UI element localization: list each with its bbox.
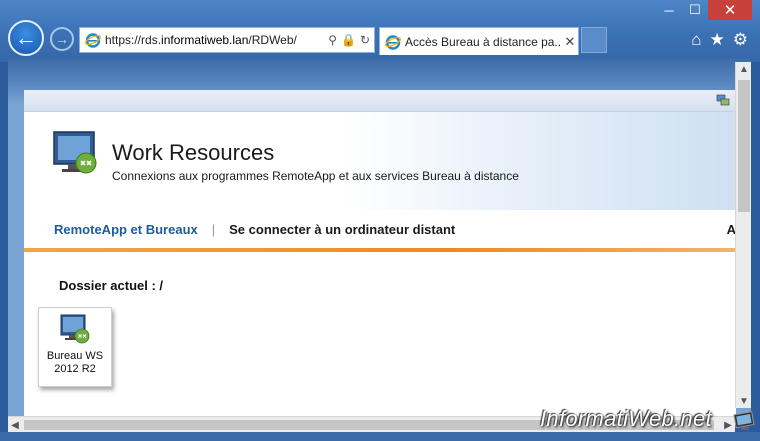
orange-divider (24, 248, 736, 252)
scroll-down-arrow-icon[interactable]: ▼ (736, 394, 752, 408)
home-icon[interactable]: ⌂ (691, 30, 701, 50)
vertical-scroll-thumb[interactable] (738, 80, 750, 212)
scroll-left-arrow-icon[interactable]: ◀ (8, 417, 22, 433)
new-tab-button[interactable] (581, 27, 607, 53)
page-subtitle: Connexions aux programmes RemoteApp et a… (112, 169, 519, 183)
tab-close-icon[interactable]: ✕ (562, 34, 578, 50)
watermark-text: InformatiWeb.net (540, 406, 712, 431)
ie-logo-icon (85, 33, 101, 48)
page-viewport: Work Resources Connexions aux programmes… (8, 58, 751, 416)
settings-gear-icon[interactable]: ⚙ (733, 30, 748, 50)
favorites-star-icon[interactable]: ★ (710, 30, 725, 50)
tab-connect-remote[interactable]: Se connecter à un ordinateur distant (229, 222, 455, 237)
window-bottom-frame (0, 432, 760, 441)
back-button[interactable]: ← (8, 20, 44, 56)
remote-desktop-monitor-icon (53, 131, 97, 174)
window-controls: ─ ☐ ✕ (656, 0, 752, 20)
rdweb-page: Work Resources Connexions aux programmes… (24, 90, 736, 416)
tab-remoteapp[interactable]: RemoteApp et Bureaux (54, 222, 198, 237)
page-title: Work Resources (112, 140, 275, 165)
page-header: Work Resources Connexions aux programmes… (24, 112, 736, 210)
current-folder-label: Dossier actuel : / (59, 278, 164, 293)
minimize-button[interactable]: ─ (656, 0, 682, 20)
watermark-monitor-icon (733, 411, 755, 430)
close-window-button[interactable]: ✕ (708, 0, 752, 20)
browser-chrome: ─ ☐ ✕ ← → https://rds.informatiweb.lan/R… (0, 0, 760, 62)
address-bar[interactable]: https://rds.informatiweb.lan/RDWeb/ ⚲ 🔒 … (79, 27, 375, 53)
ie-logo-icon (385, 34, 401, 50)
arrow-right-icon: → (55, 31, 69, 47)
forward-button[interactable]: → (50, 27, 74, 51)
remote-desktop-tile-icon (60, 314, 90, 344)
tab-title: Accès Bureau à distance pa... (405, 34, 562, 49)
address-url[interactable]: https://rds.informatiweb.lan/RDWeb/ (105, 33, 328, 47)
tile-label: Bureau WS 2012 R2 (46, 350, 104, 375)
arrow-left-icon: ← (15, 25, 37, 50)
refresh-icon[interactable]: ↻ (360, 33, 370, 47)
network-icon (716, 94, 730, 106)
remote-desktop-tile[interactable]: Bureau WS 2012 R2 (38, 307, 112, 387)
tab-active[interactable]: Accès Bureau à distance pa... ✕ (379, 27, 579, 55)
browser-tools: ⌂ ★ ⚙ (691, 30, 748, 50)
lock-icon[interactable]: 🔒 (341, 33, 356, 47)
search-icon[interactable]: ⚲ (328, 33, 337, 47)
page-tabs: RemoteApp et Bureaux | Se connecter à un… (24, 210, 736, 248)
top-strip (24, 90, 736, 112)
tab-separator: | (211, 221, 216, 237)
maximize-button[interactable]: ☐ (682, 0, 708, 20)
scroll-up-arrow-icon[interactable]: ▲ (736, 62, 752, 76)
vertical-scrollbar[interactable]: ▲ ▼ (735, 62, 751, 408)
